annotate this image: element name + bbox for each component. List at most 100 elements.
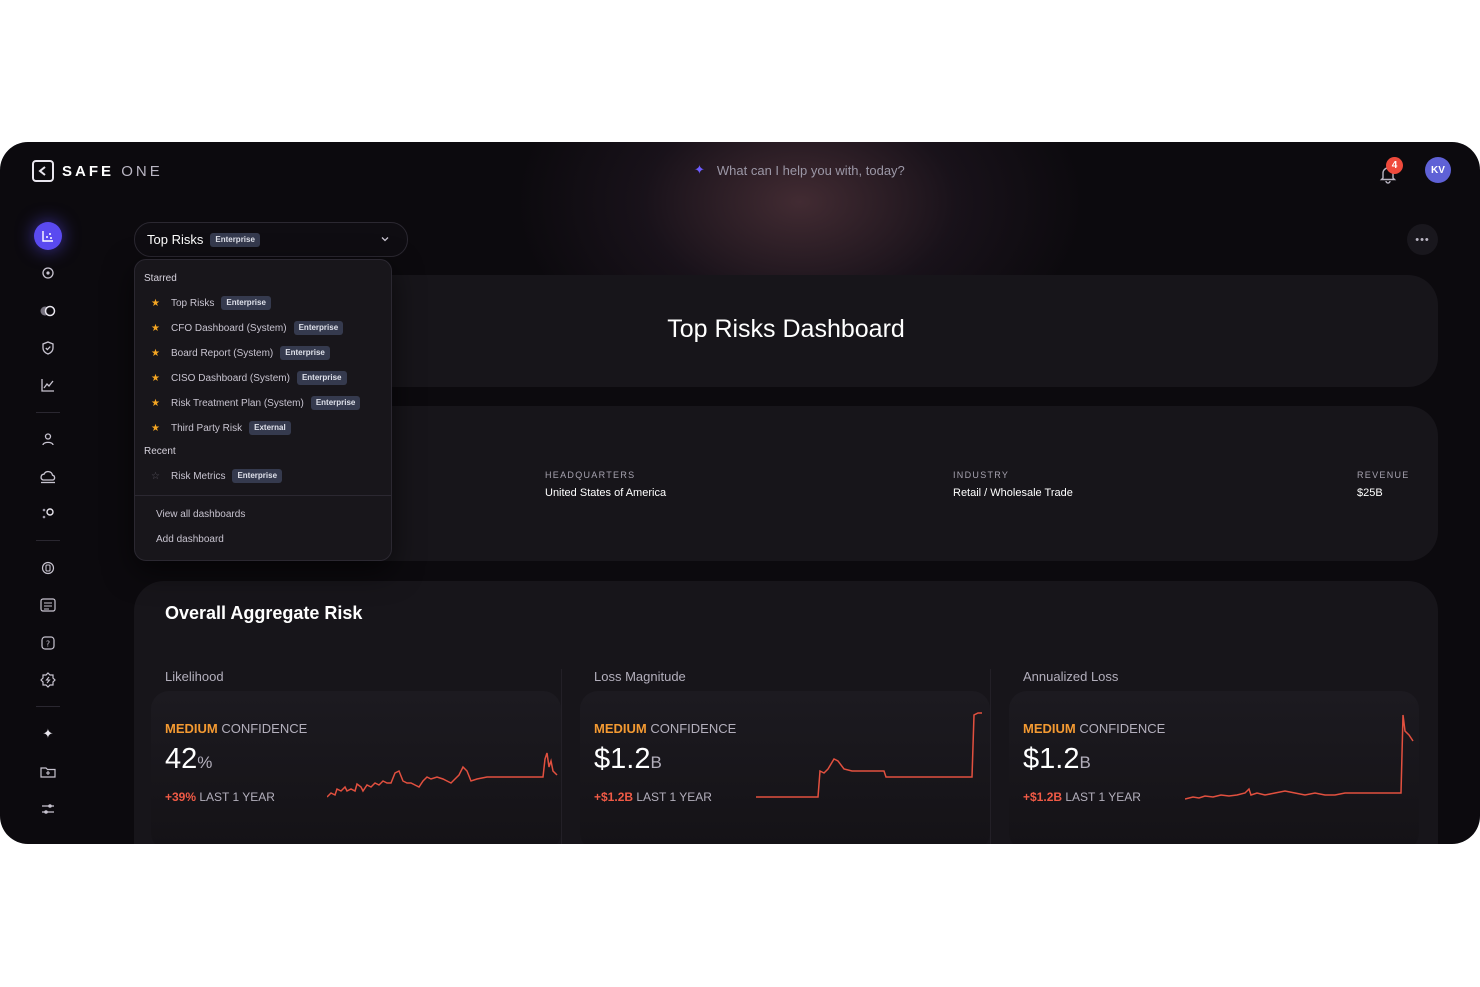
nav-nodes[interactable] [34,500,62,528]
metric-label: Loss Magnitude [594,669,686,684]
toggle-icon [40,305,56,317]
star-icon[interactable]: ★ [151,398,171,409]
selector-tag: Enterprise [210,232,260,247]
dropdown-item[interactable]: ★ Risk Treatment Plan (System) Enterpris… [151,394,361,412]
metric-likelihood[interactable]: Likelihood MEDIUM CONFIDENCE 42% +39% LA… [151,669,575,844]
nav-shield[interactable] [34,334,62,362]
dropdown-item-tag: Enterprise [280,346,330,360]
line-chart-icon [41,379,54,392]
logo-mark-icon [32,160,54,182]
dropdown-item-tag: Enterprise [296,371,347,385]
nav-settings[interactable] [34,666,62,694]
metric-value-number: 42 [165,743,198,775]
dropdown-item-tag: Enterprise [293,321,344,335]
dropdown-item[interactable]: ★ Board Report (System) Enterprise [151,344,330,362]
metric-value-unit: B [650,753,662,772]
view-all-dashboards-link[interactable]: View all dashboards [156,509,245,520]
nav-folder[interactable] [34,758,62,786]
star-icon[interactable]: ★ [151,348,171,359]
nav-cloud[interactable] [34,463,62,491]
dropdown-item-label: Top Risks [171,297,215,309]
metric-value-unit: B [1079,753,1091,772]
svg-text:?: ? [46,640,50,649]
brand-name-bold: SAFE [62,162,115,180]
dropdown-item[interactable]: ★ Top Risks Enterprise [151,294,271,312]
metric-value: 42% [165,743,212,776]
metric-loss-magnitude[interactable]: Loss Magnitude MEDIUM CONFIDENCE $1.2B +… [580,669,1004,844]
nav-divider [36,540,60,541]
dropdown-item-label: Risk Metrics [171,470,226,482]
dropdown-item-tag: External [249,421,291,435]
metric-panel: MEDIUM CONFIDENCE $1.2B +$1.2B LAST 1 YE… [1009,691,1419,844]
confidence-level: MEDIUM [165,721,218,736]
recent-heading: Recent [144,446,176,457]
dashboard-selector[interactable]: Top Risks Enterprise [134,222,408,257]
metric-annualized-loss[interactable]: Annualized Loss MEDIUM CONFIDENCE $1.2B … [1009,669,1433,844]
metric-value: $1.2B [1023,743,1091,776]
dropdown-item[interactable]: ★ CFO Dashboard (System) Enterprise [151,319,344,337]
device-icon [41,561,55,575]
avatar[interactable]: KV [1425,157,1451,183]
notification-badge: 4 [1386,157,1403,174]
annualized-loss-sparkline [1185,714,1414,800]
dropdown-item[interactable]: ★ Third Party Risk External [151,419,291,437]
nodes-icon [42,508,54,519]
confidence-text: MEDIUM CONFIDENCE [594,721,736,736]
nav-filters[interactable] [34,795,62,823]
chevron-down-icon [381,237,389,242]
nav-divider [36,706,60,707]
target-icon [42,267,54,279]
add-dashboard-link[interactable]: Add dashboard [156,534,224,545]
nav-analytics[interactable] [34,371,62,399]
assistant-placeholder: What can I help you with, today? [716,162,905,178]
metric-panel: MEDIUM CONFIDENCE 42% +39% LAST 1 YEAR [151,691,561,844]
aggregate-risk-card: Overall Aggregate Risk Likelihood MEDIUM… [134,581,1438,844]
list-icon [40,598,56,612]
star-icon[interactable]: ★ [151,298,171,309]
brand-name-light: ONE [121,162,163,180]
dropdown-item[interactable]: ☆ Risk Metrics Enterprise [151,467,283,485]
dashboard-dropdown: Starred ★ Top Risks Enterprise ★ CFO Das… [134,259,392,561]
app-window: SAFE ONE ✦ What can I help you with, tod… [0,142,1480,844]
sparkle-icon: ✦ [694,162,705,177]
headquarters-label: HEADQUARTERS [545,470,636,480]
dropdown-item-label: CFO Dashboard (System) [171,322,287,334]
likelihood-sparkline [327,752,558,798]
dropdown-item[interactable]: ★ CISO Dashboard (System) Enterprise [151,369,347,387]
metric-label: Likelihood [165,669,224,684]
dropdown-item-label: Third Party Risk [171,422,243,434]
metric-delta: +$1.2B [594,790,634,804]
confidence-level: MEDIUM [594,721,647,736]
loss-magnitude-sparkline [756,712,982,798]
nav-dashboard[interactable] [34,222,62,250]
dropdown-item-label: Risk Treatment Plan (System) [171,397,304,409]
star-icon[interactable]: ★ [151,323,171,334]
metric-delta: +$1.2B [1023,790,1063,804]
metric-period: LAST 1 YEAR [1065,790,1141,804]
metric-label: Annualized Loss [1023,669,1119,684]
nav-ai[interactable]: ✦ [34,720,62,748]
assistant-prompt[interactable]: ✦ What can I help you with, today? [694,162,905,178]
dropdown-item-tag: Enterprise [310,396,361,410]
nav-list[interactable] [34,591,62,619]
nav-help[interactable]: ? [34,629,62,657]
metric-panel: MEDIUM CONFIDENCE $1.2B +$1.2B LAST 1 YE… [580,691,990,844]
selector-title: Top Risks [147,232,204,247]
nav-toggle[interactable] [34,297,62,325]
confidence-label: CONFIDENCE [221,721,308,736]
nav-users[interactable] [34,425,62,453]
help-icon: ? [41,636,55,650]
more-options-button[interactable]: ••• [1407,224,1438,255]
confidence-level: MEDIUM [1023,721,1076,736]
dropdown-item-label: CISO Dashboard (System) [171,372,290,384]
dashboard-icon [42,231,53,242]
star-icon[interactable]: ★ [151,423,171,434]
logo[interactable]: SAFE ONE [32,160,163,182]
metric-value-unit: % [197,753,213,772]
dropdown-item-label: Board Report (System) [171,347,274,359]
star-outline-icon[interactable]: ☆ [151,471,171,482]
nav-target[interactable] [34,259,62,287]
nav-device[interactable] [34,554,62,582]
revenue-field: REVENUE $25B [1357,470,1410,499]
star-icon[interactable]: ★ [151,373,171,384]
